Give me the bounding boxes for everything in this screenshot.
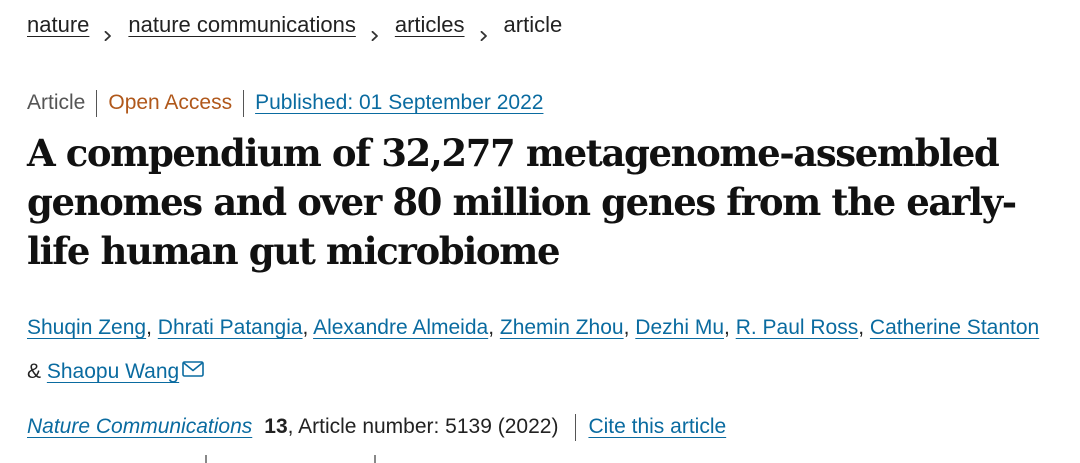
author-link[interactable]: Dhrati Patangia [158,316,303,339]
article-meta: Article Open Access Published: 01 Septem… [27,88,543,118]
article-number: , Article number: 5139 (2022) [287,415,559,438]
volume-number: 13 [264,415,288,438]
breadcrumb-nature-communications[interactable]: nature communications [128,10,355,40]
citation-row: Nature Communications 13 , Article numbe… [27,412,726,442]
author-separator: , [623,316,630,339]
chevron-right-icon [103,19,113,42]
author-link[interactable]: Alexandre Almeida [313,316,488,339]
breadcrumb-articles[interactable]: articles [395,10,465,40]
author-separator: , [302,316,309,339]
breadcrumb-current: article [503,12,563,37]
author-link[interactable]: Shuqin Zeng [27,316,146,339]
author-link-corresponding[interactable]: Shaopu Wang [47,360,179,383]
author-link[interactable]: R. Paul Ross [736,316,859,339]
article-type: Article [27,91,86,114]
meta-divider [96,89,98,117]
meta-divider [243,89,245,117]
author-link[interactable]: Catherine Stanton [870,316,1039,339]
mail-icon[interactable] [182,349,204,377]
published-date-link[interactable]: Published: 01 September 2022 [255,88,543,118]
cite-this-article-link[interactable]: Cite this article [588,412,726,442]
open-access-badge: Open Access [108,91,233,114]
author-separator: , [858,316,865,339]
author-separator: , [724,316,730,339]
article-header: nature nature communications articles ar… [27,0,1060,463]
article-title: A compendium of 32,277 metagenome-assemb… [27,131,1017,273]
author-separator: , [488,316,495,339]
journal-link[interactable]: Nature Communications [27,412,252,442]
breadcrumb-nature[interactable]: nature [27,10,89,40]
breadcrumb: nature nature communications articles ar… [27,10,563,42]
chevron-right-icon [370,19,380,42]
citation-divider [575,413,577,441]
author-separator: , [146,316,152,339]
author-list: Shuqin Zeng, Dhrati Patangia, Alexandre … [27,306,1057,393]
author-link[interactable]: Zhemin Zhou [500,316,624,339]
author-link[interactable]: Dezhi Mu [635,316,724,339]
author-ampersand: & [27,360,42,383]
chevron-right-icon [479,19,489,42]
